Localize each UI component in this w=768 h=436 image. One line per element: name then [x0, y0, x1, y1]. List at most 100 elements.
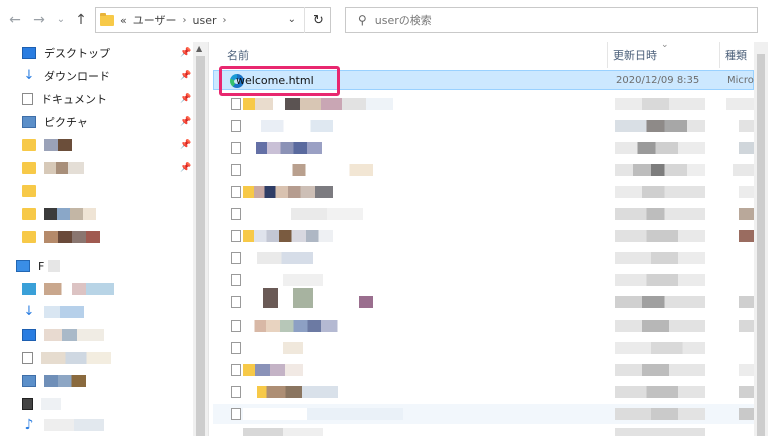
- obscured-date: [615, 230, 705, 242]
- forward-button[interactable]: →: [30, 10, 48, 30]
- refresh-icon: ↻: [313, 12, 324, 28]
- nav-item-folder[interactable]: [22, 182, 44, 200]
- table-row[interactable]: [213, 404, 754, 424]
- nav-item-downloads[interactable]: ↓ ダウンロード: [22, 67, 110, 85]
- file-icon: [231, 98, 241, 110]
- music-note-icon: ♪: [24, 417, 34, 433]
- obscured-date: [615, 252, 705, 264]
- obscured-type: [733, 164, 754, 176]
- table-row[interactable]: [213, 338, 754, 358]
- nav-item-3d-objects[interactable]: [22, 280, 114, 298]
- desktop-icon: [22, 47, 36, 59]
- nav-item-this-pc[interactable]: F: [16, 257, 61, 275]
- table-row[interactable]: [213, 248, 754, 268]
- file-icon: [231, 252, 241, 264]
- nav-item-folder[interactable]: [22, 205, 96, 223]
- obscured-type: [739, 386, 754, 398]
- breadcrumb-user[interactable]: user: [193, 14, 217, 27]
- table-row[interactable]: [213, 182, 754, 202]
- obscured-type: [739, 230, 754, 242]
- pin-icon: 📌: [180, 71, 192, 81]
- nav-item-folder[interactable]: [22, 228, 100, 246]
- search-icon: ⚲: [358, 13, 367, 27]
- up-arrow-icon: ↑: [75, 12, 87, 28]
- table-row[interactable]: [213, 94, 754, 114]
- breadcrumb-users[interactable]: ユーザー: [133, 12, 177, 28]
- pin-icon: 📌: [180, 48, 192, 58]
- nav-item-desktop-pc[interactable]: [22, 326, 104, 344]
- obscured-type: [739, 364, 754, 376]
- table-row[interactable]: [213, 204, 754, 224]
- file-icon: [231, 208, 241, 220]
- file-icon: [231, 164, 241, 176]
- nav-item-music-pc[interactable]: ♪: [22, 416, 104, 434]
- obscured-file-name: [243, 364, 303, 376]
- nav-item-pictures[interactable]: ピクチャ: [22, 113, 88, 131]
- table-row[interactable]: [213, 138, 754, 158]
- obscured-label: [44, 419, 104, 431]
- nav-item-downloads-pc[interactable]: ↓: [22, 303, 84, 321]
- obscured-label: [41, 398, 61, 410]
- navigation-pane: デスクトップ 📌 ↓ ダウンロード 📌 ドキュメント 📌 ピクチャ 📌 📌 📌: [0, 42, 208, 436]
- obscured-type: [739, 320, 754, 332]
- obscured-type: [739, 208, 754, 220]
- obscured-date: [615, 320, 705, 332]
- back-button[interactable]: ←: [6, 10, 24, 30]
- nav-item-pictures-pc[interactable]: [22, 372, 86, 390]
- pin-icon: 📌: [180, 117, 192, 127]
- back-arrow-icon: ←: [9, 12, 21, 28]
- folder-icon: [22, 185, 36, 197]
- column-header-type[interactable]: 種類: [725, 42, 747, 68]
- nav-item-desktop[interactable]: デスクトップ: [22, 44, 110, 62]
- table-row[interactable]: [213, 160, 754, 180]
- file-icon: [231, 230, 241, 242]
- column-separator[interactable]: [607, 42, 608, 68]
- table-row[interactable]: [213, 360, 754, 380]
- obscured-date: [615, 364, 705, 376]
- address-dropdown-icon[interactable]: ⌄: [288, 14, 296, 25]
- scrollbar-thumb[interactable]: [196, 56, 205, 436]
- breadcrumb-separator-icon[interactable]: ›: [183, 15, 187, 26]
- breadcrumb-overflow[interactable]: «: [120, 14, 127, 27]
- search-box[interactable]: ⚲ userの検索: [345, 7, 758, 33]
- nav-scrollbar[interactable]: ▲: [193, 42, 208, 436]
- pictures-icon: [22, 116, 36, 128]
- nav-item-folder[interactable]: [22, 159, 84, 177]
- nav-item-videos-pc[interactable]: [22, 395, 61, 413]
- table-row[interactable]: [213, 270, 754, 290]
- table-row[interactable]: [213, 288, 754, 312]
- table-row[interactable]: [213, 226, 754, 246]
- file-list: 名前 ⌄ 更新日時 種類 welcome.html 2020/12/09 8:3…: [209, 40, 754, 436]
- column-header-date[interactable]: 更新日時: [613, 42, 657, 68]
- table-row[interactable]: [213, 382, 754, 402]
- file-icon: [231, 142, 241, 154]
- breadcrumb-separator-icon[interactable]: ›: [223, 15, 227, 26]
- obscured-date: [615, 386, 705, 398]
- folder-icon: [100, 12, 114, 26]
- obscured-label: [48, 260, 61, 272]
- scrollbar-thumb[interactable]: [757, 54, 765, 436]
- nav-item-folder[interactable]: [22, 136, 72, 154]
- obscured-label: [44, 375, 86, 387]
- folder-icon: [22, 208, 36, 220]
- file-icon: [231, 342, 241, 354]
- refresh-button[interactable]: ↻: [304, 7, 332, 33]
- table-row[interactable]: [213, 426, 754, 436]
- table-row[interactable]: [213, 316, 754, 336]
- obscured-date: [615, 296, 705, 308]
- table-row[interactable]: [213, 116, 754, 136]
- nav-item-documents-pc[interactable]: [22, 349, 111, 367]
- folder-icon: [22, 139, 36, 151]
- column-header-name[interactable]: 名前: [227, 42, 249, 68]
- obscured-label: [44, 306, 84, 318]
- obscured-date: [615, 186, 705, 198]
- obscured-file-name: [243, 252, 313, 264]
- address-bar[interactable]: « ユーザー › user › ⌄: [95, 7, 331, 33]
- nav-item-documents[interactable]: ドキュメント: [22, 90, 107, 108]
- file-list-scrollbar[interactable]: [754, 42, 768, 436]
- scroll-up-icon[interactable]: ▲: [196, 44, 202, 53]
- column-separator[interactable]: [719, 42, 720, 68]
- recent-locations-button[interactable]: ⌄: [52, 10, 70, 30]
- desktop-icon: [22, 329, 36, 341]
- up-button[interactable]: ↑: [72, 10, 90, 30]
